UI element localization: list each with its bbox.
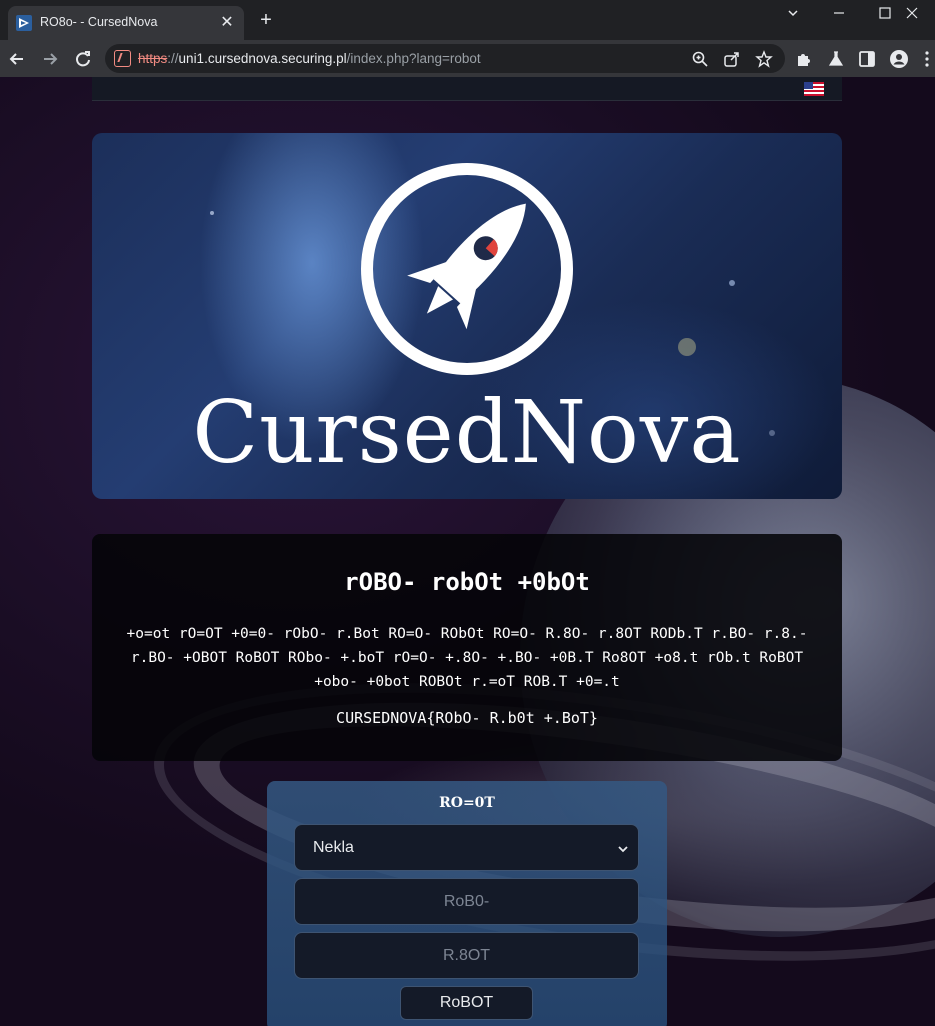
menu-dots-icon[interactable] [922,49,932,69]
url-scheme: https [138,51,168,66]
form-title: RO=0T [439,795,495,811]
zoom-icon[interactable] [691,50,709,68]
language-bar [92,77,842,101]
site-favicon-icon [16,15,32,31]
new-tab-icon[interactable]: + [256,10,276,30]
username-field[interactable] [294,878,639,925]
select-dropdown[interactable]: Nekla [294,824,639,871]
close-tab-icon[interactable]: ✕ [218,12,236,32]
message-body: +o=ot rO=OT +0=0- rObO- r.Bot RO=O- RObO… [126,626,808,690]
url-path: /index.php?lang=robot [346,51,481,66]
tab-search-icon[interactable] [770,0,816,30]
close-window-icon[interactable] [889,0,935,30]
back-arrow-icon[interactable] [6,48,28,70]
submit-button[interactable]: RoBOT [400,986,533,1020]
message-title: rOBO- robOt +0bOt [344,568,590,596]
browser-toolbar: https://uni1.cursednova.securing.pl/inde… [0,40,935,77]
us-flag-icon[interactable] [804,82,824,96]
reload-icon[interactable] [72,48,94,70]
labs-flask-icon[interactable] [826,49,846,69]
url-text[interactable]: https://uni1.cursednova.securing.pl/inde… [138,51,481,66]
page-viewport: CursedNova rOBO- robOt +0bOt +o=ot rO=OT… [0,77,935,1026]
url-host: uni1.cursednova.securing.pl [178,51,347,66]
tab-title: RO8o- - CursedNova [40,15,158,29]
chevron-down-icon [618,846,628,853]
not-secure-icon[interactable] [114,50,131,67]
browser-tab[interactable]: RO8o- - CursedNova ✕ [8,6,244,40]
address-bar[interactable]: https://uni1.cursednova.securing.pl/inde… [105,44,785,73]
extensions-puzzle-icon[interactable] [794,49,814,69]
hero-banner: CursedNova [92,133,842,499]
message-panel: rOBO- robOt +0bOt +o=ot rO=OT +0=0- rObO… [92,534,842,761]
url-separator: :// [167,51,179,66]
share-icon[interactable] [723,50,741,68]
brand-title: CursedNova [192,383,742,483]
tab-strip: RO8o- - CursedNova ✕ + [0,0,935,40]
minimize-icon[interactable] [816,0,862,30]
side-panel-icon[interactable] [857,49,877,69]
forward-arrow-icon[interactable] [39,48,61,70]
flag-text: CURSEDNOVA{RObO- R.b0t +.BoT} [336,709,598,727]
password-field[interactable] [294,932,639,979]
login-form: RO=0T Nekla RoBOT [267,781,667,1026]
profile-avatar-icon[interactable] [889,49,909,69]
select-value: Nekla [313,839,354,856]
bookmark-star-icon[interactable] [755,50,773,68]
